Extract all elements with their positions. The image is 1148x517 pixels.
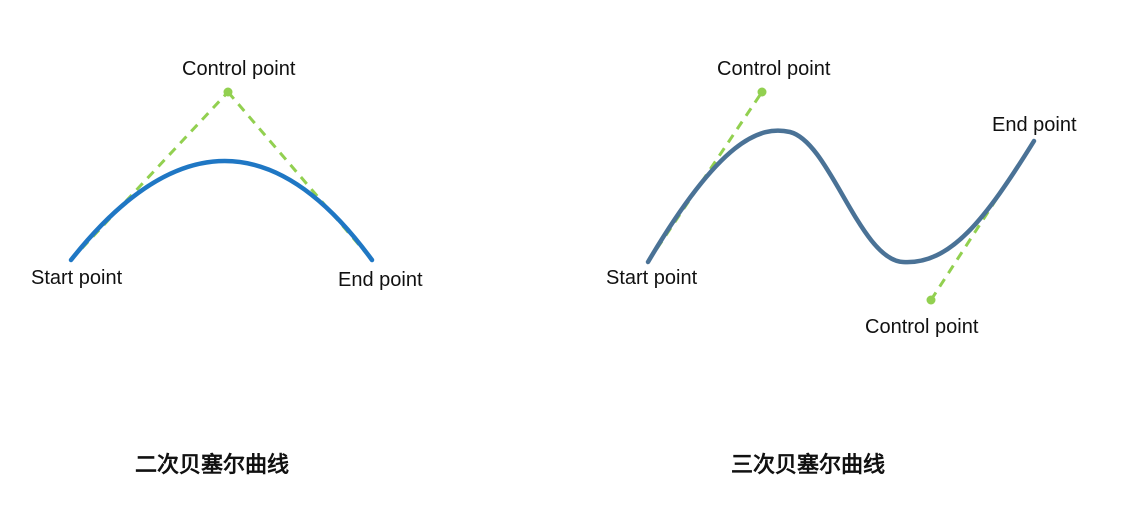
cubic-control-point-1-label: Control point: [717, 58, 831, 80]
cubic-caption: 三次贝塞尔曲线: [731, 453, 886, 478]
quadratic-control-point-label: Control point: [182, 58, 296, 80]
quadratic-caption: 二次贝塞尔曲线: [135, 453, 290, 478]
bezier-canvas: [68, 87, 1037, 305]
quadratic-start-point-label: Start point: [31, 267, 123, 289]
cubic-control-point-1: [757, 87, 767, 97]
cubic-bezier-group: [645, 87, 1037, 305]
cubic-curve: [645, 128, 1037, 265]
quadratic-control-point: [223, 87, 233, 97]
quadratic-bezier-group: [68, 87, 375, 263]
cubic-start-point-label: Start point: [606, 267, 698, 289]
quadratic-end-point-label: End point: [338, 269, 423, 291]
cubic-control-point-2: [926, 295, 936, 305]
bezier-diagram: Control point Start point End point 二次贝塞…: [0, 0, 1148, 512]
quadratic-curve: [68, 158, 375, 263]
cubic-end-point-label: End point: [992, 114, 1077, 136]
cubic-control-point-2-label: Control point: [865, 316, 979, 338]
